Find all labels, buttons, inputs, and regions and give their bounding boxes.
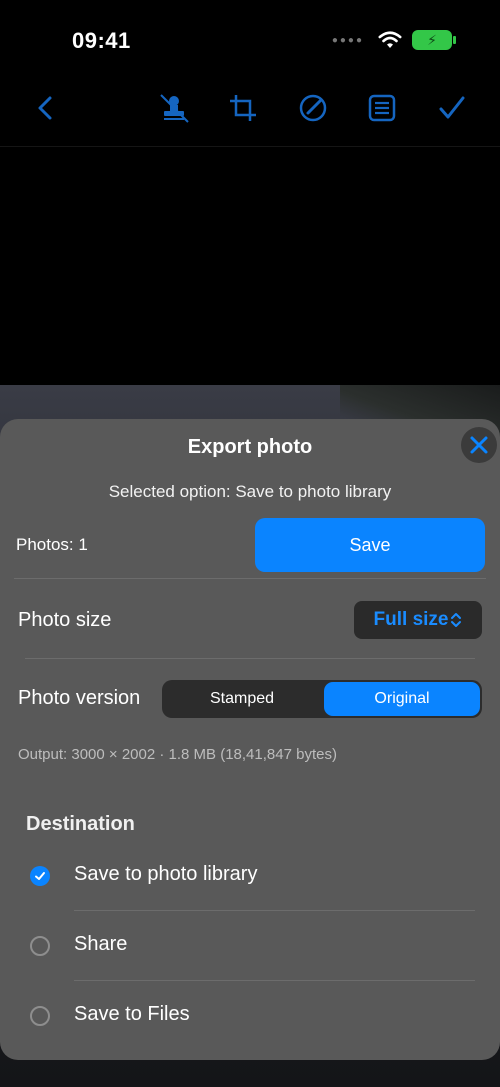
divider — [74, 910, 475, 911]
editor-toolbar — [0, 78, 500, 147]
photo-size-picker[interactable]: Full size — [354, 601, 482, 639]
destination-option-files[interactable]: Save to Files — [30, 998, 480, 1038]
notes-icon[interactable] — [362, 88, 402, 128]
destination-label: Share — [74, 933, 128, 955]
status-bar: 09:41 ●●●● ⚡ — [0, 0, 500, 80]
photo-version-label: Photo version — [18, 687, 141, 709]
sheet-title: Export photo — [187, 436, 313, 458]
export-sheet: Export photo Selected option: Save to ph… — [0, 419, 500, 1060]
destination-option-photo-library[interactable]: Save to photo library — [30, 858, 480, 898]
signal-dots-icon: ●●●● — [331, 34, 364, 46]
photo-size-label: Photo size — [18, 609, 112, 631]
segment-stamped[interactable]: Stamped — [162, 680, 322, 718]
edit-icon[interactable] — [293, 88, 333, 128]
radio-unchecked-icon[interactable] — [30, 1006, 50, 1026]
radio-checked-icon[interactable] — [30, 866, 50, 886]
selected-option-text: Selected option: Save to photo library — [108, 482, 392, 501]
destination-label: Save to photo library — [74, 863, 258, 885]
crop-icon[interactable] — [223, 88, 263, 128]
close-icon — [470, 436, 488, 454]
destination-option-share[interactable]: Share — [30, 928, 480, 968]
destination-title: Destination — [26, 813, 135, 835]
divider — [74, 980, 475, 981]
stamp-off-icon[interactable] — [154, 88, 194, 128]
back-icon[interactable] — [26, 88, 66, 128]
wifi-icon — [378, 31, 402, 48]
radio-unchecked-icon[interactable] — [30, 936, 50, 956]
divider — [25, 658, 475, 659]
photos-count: Photos: 1 — [16, 535, 88, 554]
chevron-up-down-icon — [451, 613, 462, 627]
segment-original[interactable]: Original — [324, 682, 480, 716]
done-checkmark-icon[interactable] — [432, 88, 472, 128]
destination-label: Save to Files — [74, 1003, 190, 1025]
close-button[interactable] — [461, 427, 497, 463]
output-info: Output: 3000 × 2002 · 1.8 MB (18,41,847 … — [18, 746, 337, 763]
status-indicators: ●●●● ⚡ — [331, 30, 456, 50]
photo-size-value: Full size — [373, 609, 449, 630]
status-time: 09:41 — [72, 28, 131, 53]
photo-version-segmented-control: Stamped Original — [162, 680, 482, 718]
battery-charging-icon: ⚡ — [412, 30, 456, 50]
divider — [14, 578, 486, 579]
save-button[interactable]: Save — [255, 518, 485, 572]
